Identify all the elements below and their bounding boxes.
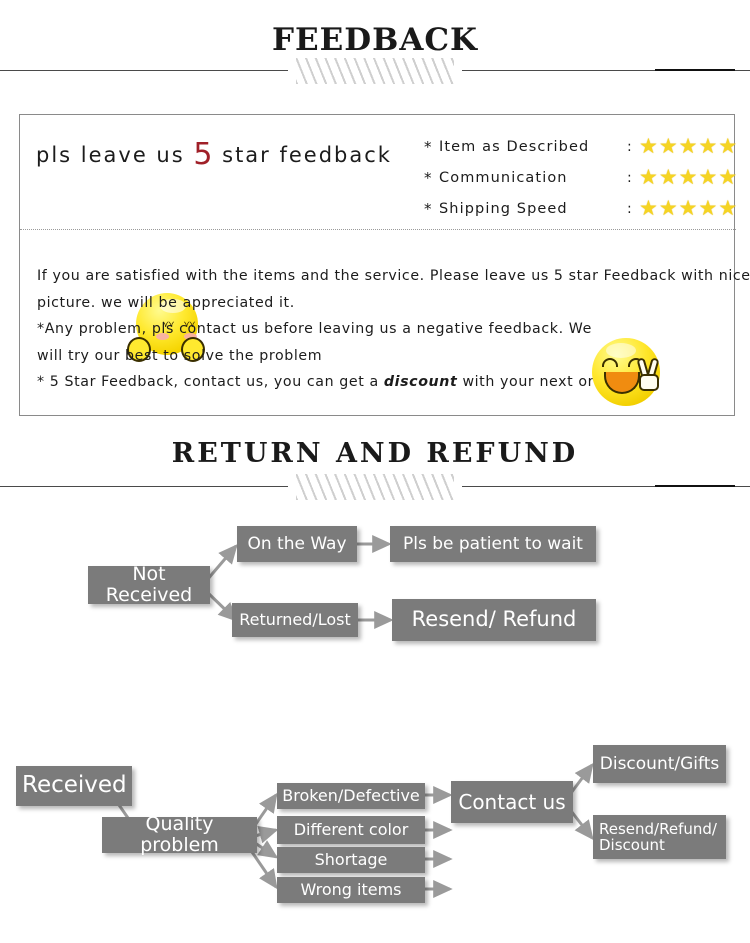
node-broken-defective[interactable]: Broken/Defective <box>277 783 425 809</box>
discount-emphasis: discount <box>383 374 458 390</box>
star-icon: ★ <box>718 134 738 158</box>
emoji-mouth <box>604 372 640 394</box>
rating-label: Shipping Speed <box>439 200 568 217</box>
hand-palm <box>639 374 659 391</box>
divider-hatch-icon <box>296 474 454 500</box>
five-star-icon-group: ★ ★ ★ ★ ★ <box>639 198 737 219</box>
star-icon: ★ <box>678 165 698 189</box>
feedback-return-policy-page: FEEDBACK pls leave us 5 star feedback * … <box>0 0 750 943</box>
bullet-asterisk-icon: * <box>424 137 432 156</box>
rating-colon: : <box>627 169 632 186</box>
star-icon: ★ <box>658 165 678 189</box>
node-contact-us[interactable]: Contact us <box>451 781 573 823</box>
node-label: Different color <box>293 820 409 840</box>
return-refund-section-title: RETURN AND REFUND <box>171 438 579 469</box>
rating-row-shipping-speed: * Shipping Speed : ★ ★ ★ ★ ★ <box>424 193 737 224</box>
emoji-eye-left <box>602 358 618 367</box>
node-label: Returned/Lost <box>239 610 351 630</box>
body-line-5-pre: * 5 Star Feedback, contact us, you can g… <box>37 374 384 390</box>
rating-criteria-list: * Item as Described : ★ ★ ★ ★ ★ * Commun… <box>424 131 737 224</box>
rating-colon: : <box>627 200 632 217</box>
star-icon: ★ <box>678 134 698 158</box>
node-label: Broken/Defective <box>282 786 420 806</box>
star-icon: ★ <box>639 165 658 189</box>
node-label: On the Way <box>247 533 347 554</box>
smiley-peace-hand-emoji-icon <box>592 338 666 408</box>
node-quality-problem[interactable]: Quality problem <box>102 813 257 856</box>
node-pls-be-patient[interactable]: Pls be patient to wait <box>390 526 596 562</box>
emoji-gloss <box>606 343 636 358</box>
edge-quality-wrong <box>250 851 278 890</box>
node-discount-gifts[interactable]: Discount/Gifts <box>593 745 726 783</box>
node-resend-refund-discount[interactable]: Resend/Refund/ Discount <box>593 815 726 859</box>
rating-label: Item as Described <box>439 138 590 155</box>
node-label: Resend/Refund/ Discount <box>599 819 717 854</box>
star-icon: ★ <box>698 134 718 158</box>
node-label: Contact us <box>458 790 566 814</box>
card-dotted-separator <box>20 229 736 230</box>
star-icon: ★ <box>658 134 678 158</box>
node-received[interactable]: Received <box>16 766 132 806</box>
feedback-divider <box>0 58 750 84</box>
rating-row-communication: * Communication : ★ ★ ★ ★ ★ <box>424 162 737 193</box>
star-icon: ★ <box>698 196 718 220</box>
feedback-section-title: FEEDBACK <box>271 22 479 58</box>
flowchart-received: Received Quality problem Broken/Defectiv… <box>0 735 750 925</box>
flowchart-not-received: Not Received On the Way Pls be patient t… <box>0 500 750 670</box>
return-divider <box>0 474 750 500</box>
node-not-received[interactable]: Not Received <box>88 563 210 606</box>
divider-rule-accent <box>655 69 735 71</box>
node-label: Shortage <box>314 850 388 870</box>
node-label: Not Received <box>105 563 193 606</box>
rating-row-item-as-described: * Item as Described : ★ ★ ★ ★ ★ <box>424 131 737 162</box>
bullet-asterisk-icon: * <box>424 168 432 187</box>
node-different-color[interactable]: Different color <box>277 816 425 844</box>
body-line-1: If you are satisfied with the items and … <box>37 268 750 284</box>
headline-suffix: star feedback <box>213 143 392 167</box>
feedback-headline: pls leave us 5 star feedback <box>36 137 392 172</box>
node-label: Pls be patient to wait <box>403 533 583 554</box>
divider-hatch-icon <box>296 58 454 84</box>
peace-hand-icon <box>636 357 662 392</box>
bullet-asterisk-icon: * <box>424 199 432 218</box>
five-star-icon-group: ★ ★ ★ ★ ★ <box>639 136 737 157</box>
star-icon: ★ <box>698 165 718 189</box>
headline-prefix: pls leave us <box>36 143 194 167</box>
five-star-icon-group: ★ ★ ★ ★ ★ <box>639 167 737 188</box>
node-resend-refund[interactable]: Resend/ Refund <box>392 599 596 641</box>
node-shortage[interactable]: Shortage <box>277 847 425 873</box>
body-line-2: picture. we will be appreciated it. <box>37 294 295 311</box>
star-icon: ★ <box>639 196 658 220</box>
node-label: Received <box>22 772 127 799</box>
headline-star-count: 5 <box>193 137 214 172</box>
node-label: Discount/Gifts <box>599 753 720 774</box>
rating-colon: : <box>627 138 632 155</box>
star-icon: ★ <box>639 134 658 158</box>
node-wrong-items[interactable]: Wrong items <box>277 877 425 903</box>
node-label: Resend/ Refund <box>411 607 577 632</box>
node-on-the-way[interactable]: On the Way <box>237 526 357 562</box>
star-icon: ★ <box>658 196 678 220</box>
edge-notreceived-ontheway <box>205 543 238 581</box>
node-label: Quality problem <box>140 813 219 856</box>
rating-label: Communication <box>439 169 568 186</box>
divider-rule-left <box>0 70 288 71</box>
star-icon: ★ <box>718 165 738 189</box>
divider-rule-accent <box>655 485 735 487</box>
edge-quality-color <box>254 825 279 844</box>
star-icon: ★ <box>718 196 738 220</box>
node-label: Wrong items <box>300 880 402 900</box>
divider-rule-left <box>0 486 288 487</box>
star-icon: ★ <box>678 196 698 220</box>
node-returned-lost[interactable]: Returned/Lost <box>232 603 358 637</box>
edge-quality-shortage <box>254 840 279 859</box>
